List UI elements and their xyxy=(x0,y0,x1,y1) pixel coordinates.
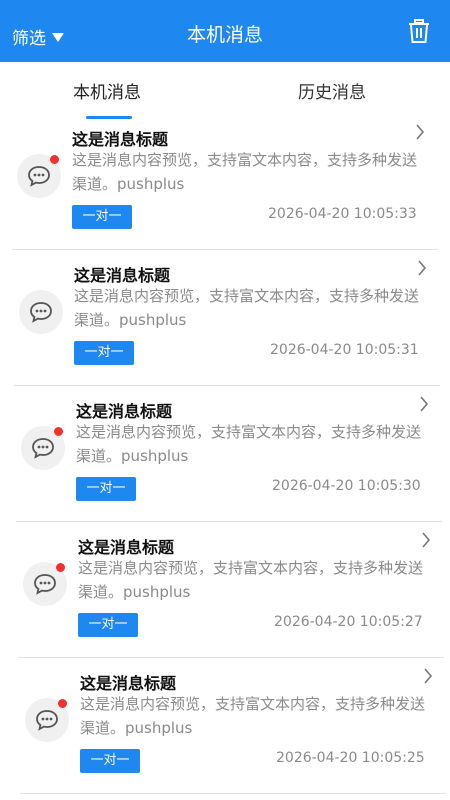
channel-badge: 一对一 xyxy=(80,749,140,773)
trash-icon[interactable] xyxy=(408,19,430,43)
chat-bubble-icon xyxy=(36,710,58,731)
chevron-right-icon xyxy=(418,260,427,276)
chevron-right-icon xyxy=(420,396,429,412)
page-title: 本机消息 xyxy=(186,24,263,46)
list-item[interactable]: 这是消息标题 这是消息内容预览，支持富文本内容，支持多种发送渠道。pushplu… xyxy=(0,114,450,250)
unread-dot xyxy=(58,699,67,708)
channel-badge: 一对一 xyxy=(72,205,132,229)
message-timestamp: 2026-04-20 10:05:30 xyxy=(272,478,421,494)
chat-bubble-icon xyxy=(28,166,50,187)
message-timestamp: 2026-04-20 10:05:25 xyxy=(276,750,425,766)
unread-dot xyxy=(56,563,65,572)
message-preview: 这是消息内容预览，支持富文本内容，支持多种发送渠道。pushplus xyxy=(72,151,418,193)
app-header: 筛选 本机消息 xyxy=(0,0,450,62)
chat-bubble-icon xyxy=(32,438,54,459)
unread-dot xyxy=(50,155,59,164)
channel-badge: 一对一 xyxy=(78,613,138,637)
unread-dot xyxy=(54,427,63,436)
message-preview: 这是消息内容预览，支持富文本内容，支持多种发送渠道。pushplus xyxy=(74,287,420,329)
list-item[interactable]: 这是消息标题 这是消息内容预览，支持富文本内容，支持多种发送渠道。pushplu… xyxy=(0,658,450,794)
message-title: 这是消息标题 xyxy=(72,130,169,149)
message-timestamp: 2026-04-20 10:05:33 xyxy=(268,206,417,222)
tab-bar: 本机消息 历史消息 xyxy=(0,62,450,122)
chat-bubble-icon xyxy=(34,574,56,595)
chevron-right-icon xyxy=(422,532,431,548)
message-preview: 这是消息内容预览，支持富文本内容，支持多种发送渠道。pushplus xyxy=(76,423,422,465)
message-timestamp: 2026-04-20 10:05:27 xyxy=(274,614,423,630)
message-list: 这是消息标题 这是消息内容预览，支持富文本内容，支持多种发送渠道。pushplu… xyxy=(0,114,450,794)
list-item[interactable]: 这是消息标题 这是消息内容预览，支持富文本内容，支持多种发送渠道。pushplu… xyxy=(0,250,450,386)
message-preview: 这是消息内容预览，支持富文本内容，支持多种发送渠道。pushplus xyxy=(78,559,424,601)
list-item[interactable]: 这是消息标题 这是消息内容预览，支持富文本内容，支持多种发送渠道。pushplu… xyxy=(0,386,450,522)
message-avatar xyxy=(19,290,63,334)
row-divider xyxy=(20,793,446,794)
message-timestamp: 2026-04-20 10:05:31 xyxy=(270,342,419,358)
message-title: 这是消息标题 xyxy=(76,402,173,421)
message-preview: 这是消息内容预览，支持富文本内容，支持多种发送渠道。pushplus xyxy=(80,695,426,737)
message-title: 这是消息标题 xyxy=(78,538,175,557)
channel-badge: 一对一 xyxy=(74,341,134,365)
channel-badge: 一对一 xyxy=(76,477,136,501)
chevron-right-icon xyxy=(424,668,433,684)
list-item[interactable]: 这是消息标题 这是消息内容预览，支持富文本内容，支持多种发送渠道。pushplu… xyxy=(0,522,450,658)
chevron-right-icon xyxy=(416,124,425,140)
message-title: 这是消息标题 xyxy=(74,266,171,285)
tab-history-messages[interactable]: 历史消息 xyxy=(298,78,366,103)
tab-local-messages[interactable]: 本机消息 xyxy=(73,78,141,103)
chat-bubble-icon xyxy=(30,302,52,323)
message-title: 这是消息标题 xyxy=(80,674,177,693)
